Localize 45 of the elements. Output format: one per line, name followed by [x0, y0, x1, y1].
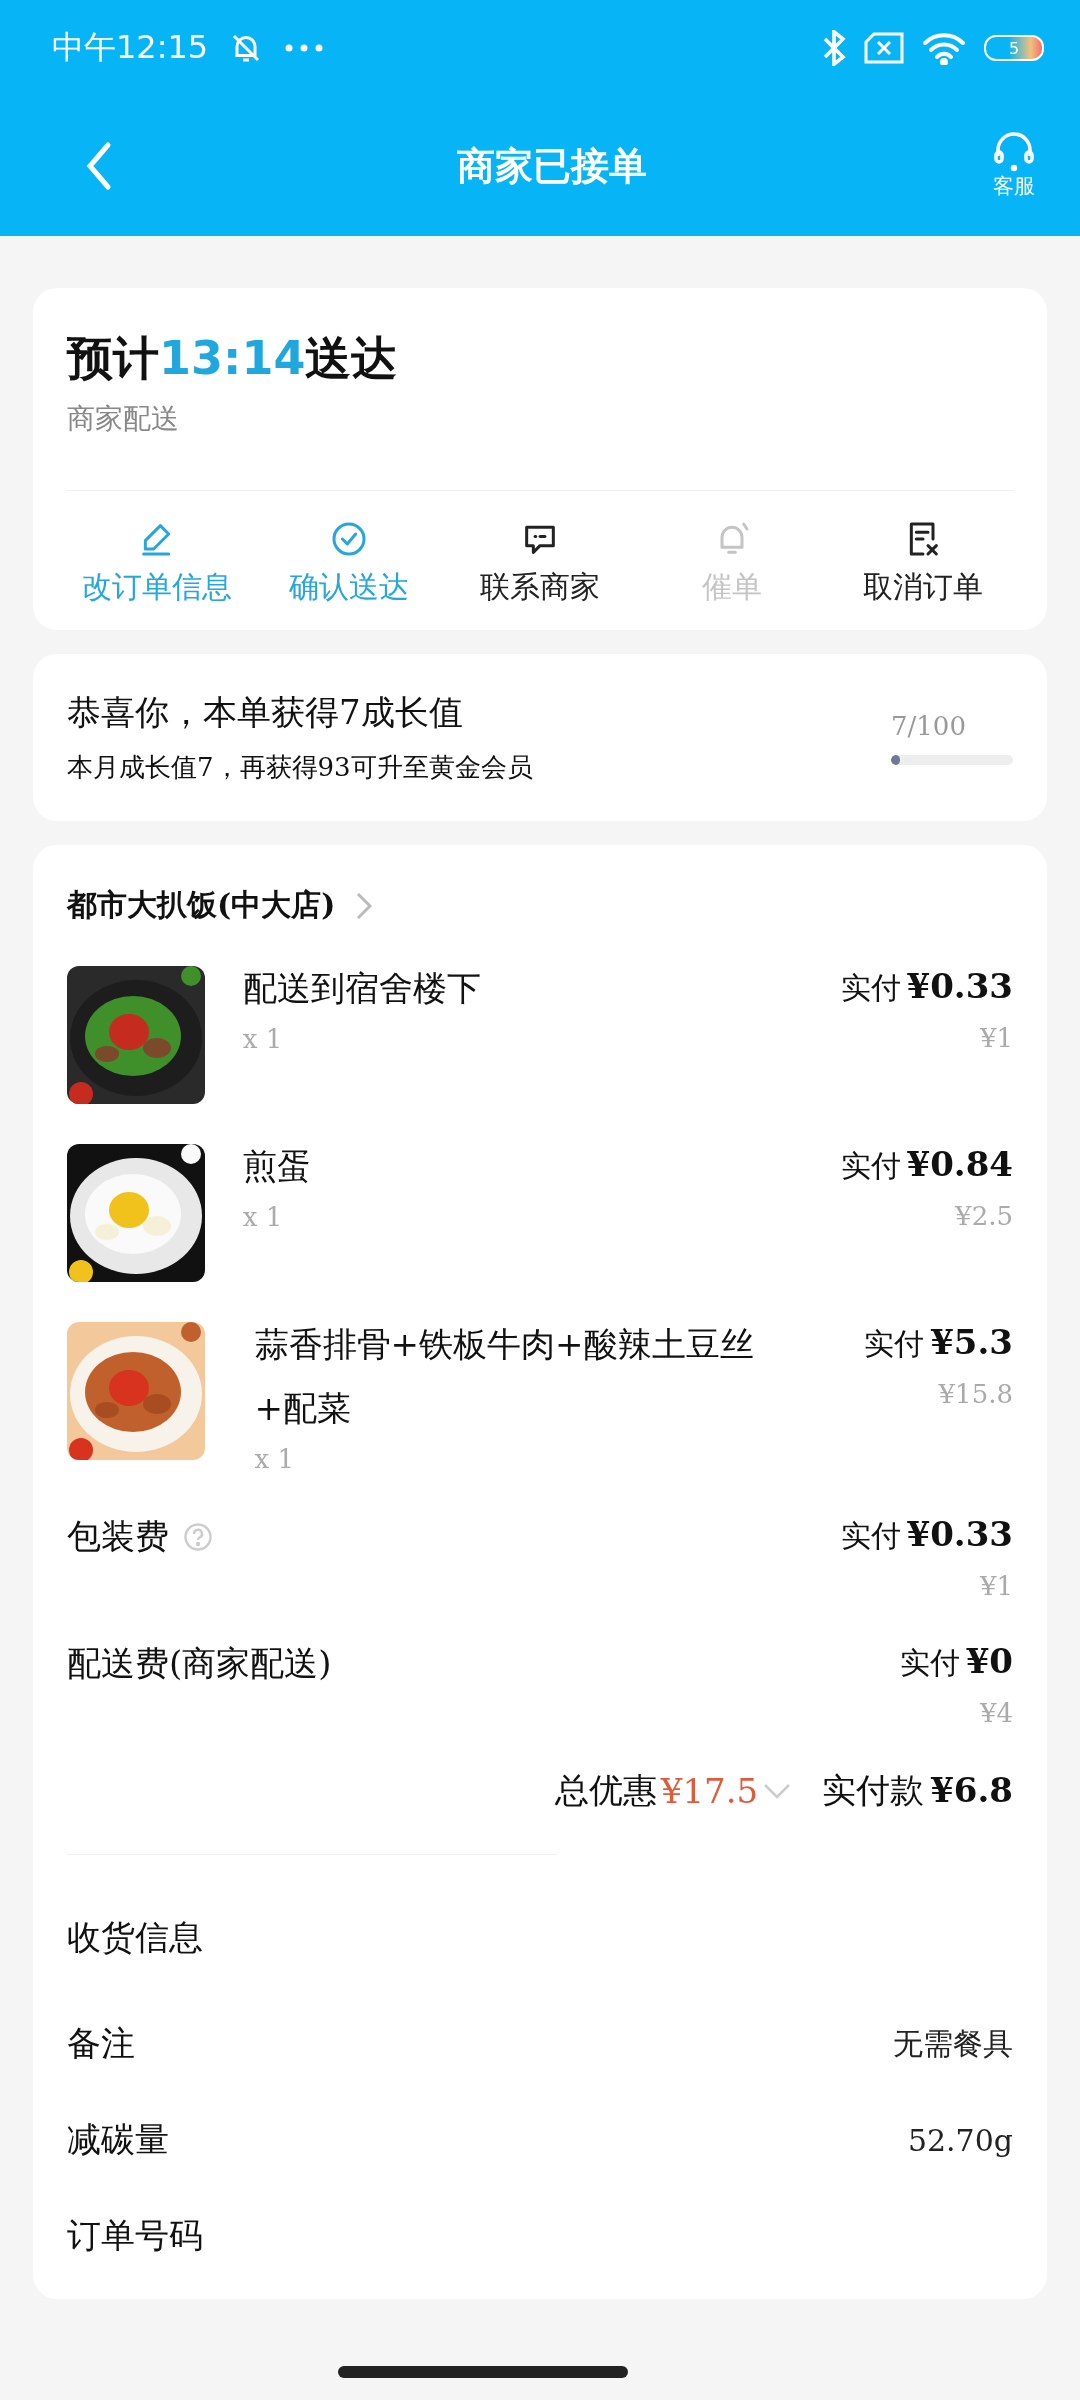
- item-original-price: ¥1: [978, 1023, 1013, 1053]
- info-label: 订单号码: [67, 2214, 203, 2257]
- info-label: 收货信息: [67, 1916, 203, 1959]
- bluetooth-icon: [822, 30, 846, 66]
- info-label: 备注: [67, 2022, 135, 2065]
- item-quantity: x 1: [242, 1024, 284, 1054]
- more-icon: [284, 43, 325, 53]
- delivery-eta: 预计13:14送达: [67, 330, 399, 387]
- store-link[interactable]: 都市大扒饭(中大店): [67, 885, 374, 926]
- growth-title: 恭喜你，本单获得7成长值: [67, 691, 464, 734]
- fee-original-price: ¥1: [978, 1571, 1013, 1601]
- chevron-down-icon: [762, 1782, 793, 1800]
- total-paid: 实付款 ¥6.8: [822, 1769, 1013, 1812]
- info-value: 无需餐具: [893, 2024, 1013, 2063]
- fee-original-price: ¥4: [978, 1698, 1013, 1728]
- order-action-button[interactable]: 取消订单: [833, 519, 1013, 608]
- item-quantity: x 1: [254, 1444, 296, 1474]
- item-paid-price: 实付 ¥5.3: [864, 1322, 1013, 1364]
- item-quantity: x 1: [242, 1202, 284, 1232]
- delivery-mode: 商家配送: [67, 401, 180, 437]
- back-icon[interactable]: [86, 141, 112, 191]
- item-name: 蒜香排骨+铁板牛肉+酸辣土豆丝+配菜: [254, 1323, 755, 1430]
- fee-paid-price: 实付 ¥0.33: [840, 1514, 1013, 1556]
- info-label: 减碳量: [67, 2118, 169, 2161]
- wifi-icon: [922, 31, 966, 65]
- fee-name: 包装费: [67, 1515, 169, 1558]
- order-action-button[interactable]: 联系商家: [450, 519, 630, 608]
- fee-paid-price: 实付 ¥0: [899, 1641, 1013, 1683]
- growth-detail: 本月成长值7，再获得93可升至黄金会员: [67, 751, 534, 784]
- fee-name: 配送费(商家配送): [67, 1642, 332, 1685]
- chevron-right-icon: [355, 890, 374, 921]
- item-original-price: ¥15.8: [937, 1379, 1013, 1409]
- item-original-price: ¥2.5: [953, 1201, 1013, 1231]
- item-paid-price: 实付 ¥0.33: [840, 966, 1013, 1008]
- discount-toggle[interactable]: 总优惠¥17.5: [554, 1768, 793, 1814]
- help-icon[interactable]: [183, 1522, 213, 1552]
- item-paid-price: 实付 ¥0.84: [840, 1144, 1013, 1186]
- status-time: 中午12:15: [52, 27, 209, 68]
- info-value: 52.70g: [907, 2122, 1013, 2158]
- battery-icon: 5: [984, 35, 1044, 61]
- item-name: 配送到宿舍楼下: [242, 967, 482, 1010]
- item-name: 煎蛋: [242, 1145, 312, 1188]
- growth-progress-text: 7/100: [891, 710, 967, 741]
- page-title: 商家已接单: [456, 142, 648, 190]
- sim-icon: [864, 32, 904, 64]
